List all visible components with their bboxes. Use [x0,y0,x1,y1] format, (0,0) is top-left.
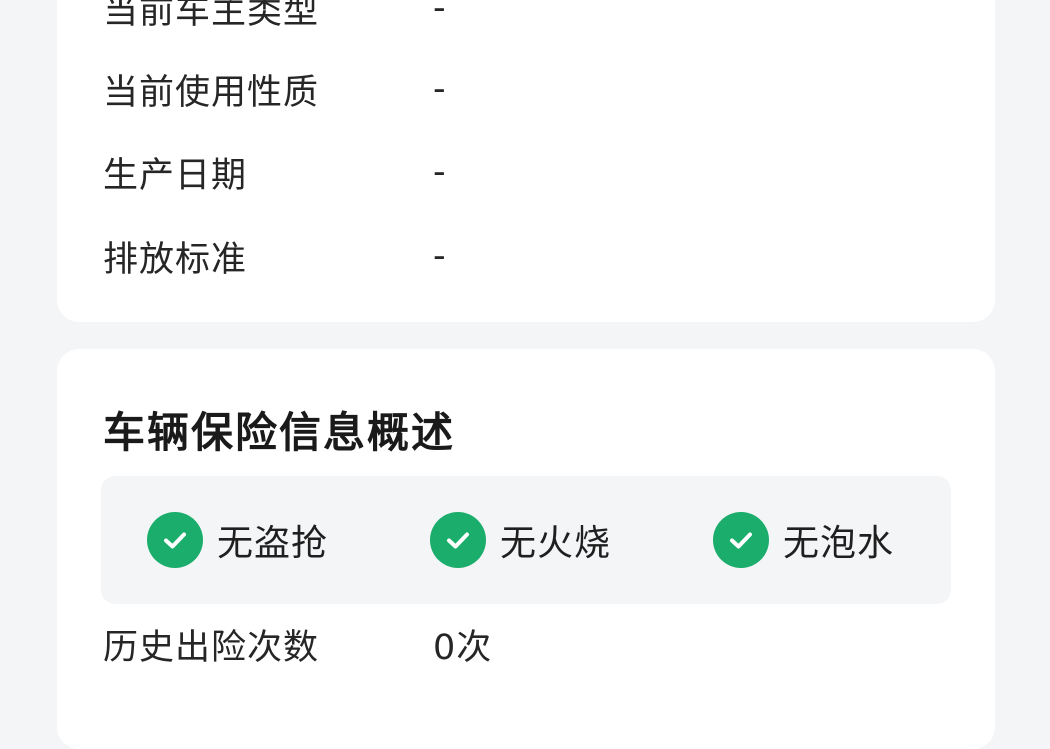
badge-no-flood: 无泡水 [713,512,894,568]
check-circle-icon [147,512,203,568]
section-title: 车辆保险信息概述 [103,408,456,457]
info-row-value: - [433,236,447,276]
insurance-badge-strip: 无盗抢 无火烧 无泡水 [101,476,951,604]
insurance-overview-card: 车辆保险信息概述 无盗抢 无火烧 无泡水 历史出险次数 0次 [57,349,995,749]
badge-label: 无火烧 [500,523,612,564]
info-row-production-date: 生产日期 - [103,148,447,196]
vehicle-info-card: 当前车主类型 - 当前使用性质 - 生产日期 - 排放标准 - [57,0,995,322]
info-row-value: - [433,0,447,28]
claims-count-row: 历史出险次数 0次 [103,620,492,668]
claims-count-value: 0次 [433,627,493,668]
info-row-label: 排放标准 [103,239,248,280]
badge-no-fire: 无火烧 [430,512,611,568]
info-row-label: 当前使用性质 [103,72,320,113]
info-row-value: - [433,69,447,109]
check-circle-icon [713,512,769,568]
info-row-label: 生产日期 [103,155,248,196]
badge-label: 无泡水 [783,523,895,564]
info-row-value: - [433,152,447,192]
claims-count-label: 历史出险次数 [103,627,320,668]
badge-no-theft: 无盗抢 [147,512,328,568]
check-circle-icon [430,512,486,568]
info-row-emission-standard: 排放标准 - [103,232,447,280]
info-row-owner-type: 当前车主类型 - [103,0,447,32]
info-row-label: 当前车主类型 [103,0,320,32]
badge-label: 无盗抢 [217,523,329,564]
info-row-usage-nature: 当前使用性质 - [103,65,447,113]
